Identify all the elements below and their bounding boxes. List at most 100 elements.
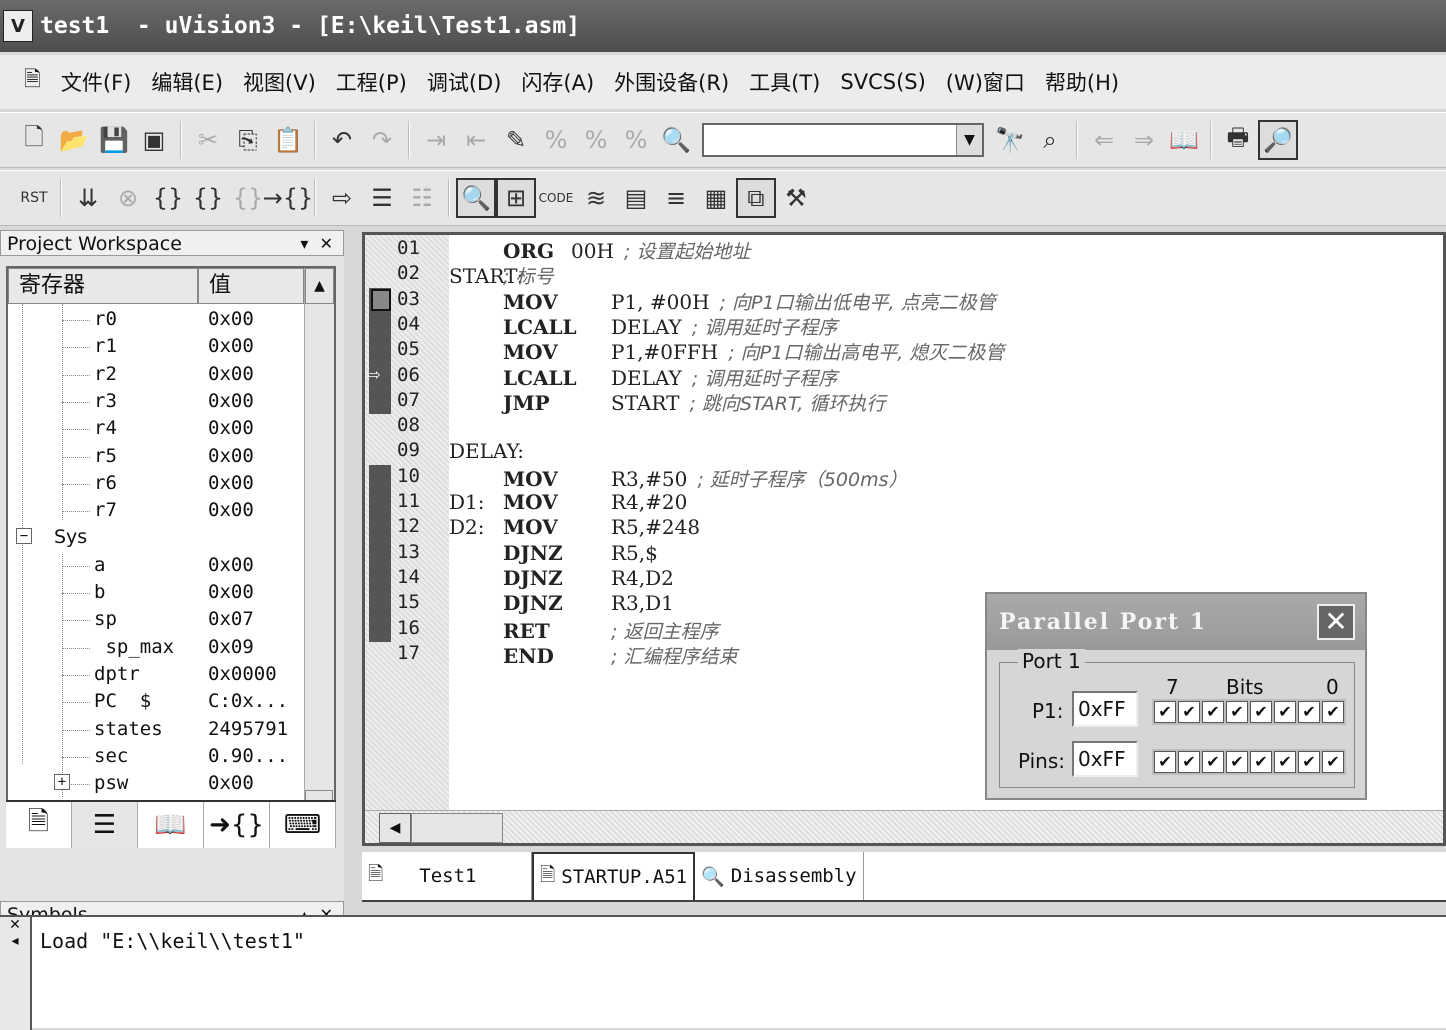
menu-item[interactable]: SVCS(S): [830, 70, 935, 94]
bit-checkbox[interactable]: ✔: [1298, 751, 1320, 773]
expand-icon[interactable]: +: [54, 774, 70, 791]
register-value[interactable]: 0x00: [208, 390, 254, 412]
open-folder-icon[interactable]: 📂: [54, 120, 94, 160]
unindent-icon[interactable]: ⇤: [456, 120, 496, 160]
run-icon[interactable]: ⇊: [68, 178, 108, 218]
menu-item[interactable]: 编辑(E): [141, 67, 233, 97]
vertical-scrollbar[interactable]: ▲ ▼: [304, 268, 334, 824]
forward-icon[interactable]: ⇒: [1124, 120, 1164, 160]
column-header-register[interactable]: 寄存器: [8, 268, 198, 304]
bit-checkbox[interactable]: ✔: [1274, 751, 1296, 773]
register-value[interactable]: 0x00: [208, 554, 254, 576]
indent-icon[interactable]: ⇥: [416, 120, 456, 160]
breakpoint-marker[interactable]: [371, 288, 391, 311]
p1-value-field[interactable]: 0xFF: [1072, 691, 1138, 727]
bookmark-clear-icon[interactable]: %: [616, 120, 656, 160]
scroll-left-icon[interactable]: ◀: [379, 813, 411, 843]
register-value[interactable]: 0.90...: [208, 745, 288, 767]
tab-startup-a51[interactable]: 🗎 STARTUP.A51: [532, 852, 696, 900]
close-icon[interactable]: ✕: [0, 917, 30, 933]
bit-checkbox[interactable]: ✔: [1178, 701, 1200, 723]
code-line[interactable]: MOV R3,#50 ; 延时子程序（500ms）: [449, 465, 907, 492]
step-into-icon[interactable]: {}: [148, 178, 188, 218]
save-icon[interactable]: 💾: [94, 120, 134, 160]
pins-value-field[interactable]: 0xFF: [1072, 741, 1138, 777]
code-line[interactable]: END ; 汇编程序结束: [449, 642, 737, 669]
find-in-files-icon[interactable]: 🔍: [656, 120, 696, 160]
register-value[interactable]: 0x07: [208, 608, 254, 630]
code-line[interactable]: DJNZ R3,D1: [449, 591, 684, 615]
chevron-down-icon[interactable]: ▼: [956, 125, 982, 155]
code-line[interactable]: DJNZ R4,D2: [449, 566, 684, 590]
debug-session-icon[interactable]: 🔎: [1258, 120, 1298, 160]
save-all-icon[interactable]: ▣: [134, 120, 174, 160]
code-line[interactable]: DJNZ R5,$: [449, 541, 668, 565]
trace-icon[interactable]: ☰: [362, 178, 402, 218]
register-value[interactable]: 0x00: [208, 335, 254, 357]
register-value[interactable]: C:0x...: [208, 690, 288, 712]
incremental-find-icon[interactable]: ⌕: [1030, 120, 1070, 160]
files-tab-icon[interactable]: 🗎: [6, 802, 72, 848]
watch-window-icon[interactable]: ⊞: [496, 178, 536, 218]
collapse-icon[interactable]: −: [16, 528, 32, 545]
code-line[interactable]: ORG 00H ; 设置起始地址: [449, 237, 750, 264]
trace-records-icon[interactable]: ☷: [402, 178, 442, 218]
logic-analyzer-icon[interactable]: ▦: [696, 178, 736, 218]
code-line[interactable]: RET ; 返回主程序: [449, 617, 718, 644]
code-line[interactable]: [449, 414, 503, 438]
register-value[interactable]: 0x00: [208, 363, 254, 385]
bookmark-prev-icon[interactable]: %: [536, 120, 576, 160]
code-line[interactable]: D1: MOV R4,#20: [449, 490, 697, 514]
books-tab-icon[interactable]: 📖: [138, 802, 204, 848]
register-value[interactable]: 0x00: [208, 472, 254, 494]
menu-item[interactable]: 工具(T): [739, 67, 830, 97]
editor-gutter[interactable]: 01 02 03 04 05 06 ⇨ 07 08 09 10 11 12 13 14 15 16 17: [365, 235, 449, 810]
code-line[interactable]: MOV P1,#0FFH ; 向P1口输出高电平, 熄灭二极管: [449, 338, 1004, 365]
undo-icon[interactable]: ↶: [322, 120, 362, 160]
bit-checkbox[interactable]: ✔: [1226, 751, 1248, 773]
stop-icon[interactable]: ⊗: [108, 178, 148, 218]
run-to-cursor-icon[interactable]: →{}: [263, 178, 314, 218]
bit-checkbox[interactable]: ✔: [1178, 751, 1200, 773]
reset-icon[interactable]: RST: [14, 178, 54, 218]
toolbox-icon[interactable]: ⚒: [776, 178, 816, 218]
print-icon[interactable]: 🖶: [1218, 120, 1258, 160]
menu-item[interactable]: 视图(V): [233, 67, 326, 97]
tab-disassembly[interactable]: 🔍 Disassembly: [695, 852, 864, 900]
bookmark-toggle-icon[interactable]: ✎: [496, 120, 536, 160]
dock-close-controls[interactable]: ▾ ✕: [300, 231, 333, 257]
horizontal-scrollbar[interactable]: ◀: [365, 810, 1443, 843]
functions-tab-icon[interactable]: ➜{}: [204, 802, 270, 848]
bit-checkbox[interactable]: ✔: [1250, 751, 1272, 773]
paste-icon[interactable]: 📋: [268, 120, 308, 160]
redo-icon[interactable]: ↷: [362, 120, 402, 160]
scroll-up-icon[interactable]: ▲: [305, 268, 334, 304]
find-combo[interactable]: ▼: [702, 123, 984, 157]
bit-checkbox[interactable]: ✔: [1154, 701, 1176, 723]
bit-checkbox[interactable]: ✔: [1202, 751, 1224, 773]
bit-checkbox[interactable]: ✔: [1322, 751, 1344, 773]
register-value[interactable]: 0x0000: [208, 663, 277, 685]
browse-icon[interactable]: 📖: [1164, 120, 1204, 160]
register-value[interactable]: 0x09: [208, 636, 254, 658]
registers-tab-icon[interactable]: ☰: [72, 802, 138, 848]
step-over-icon[interactable]: {}: [188, 178, 228, 218]
menu-item[interactable]: 闪存(A): [511, 67, 604, 97]
menu-item[interactable]: 文件(F): [51, 67, 141, 97]
menu-item[interactable]: 帮助(H): [1035, 67, 1129, 97]
bit-checkbox[interactable]: ✔: [1250, 701, 1272, 723]
menu-item[interactable]: 调试(D): [417, 67, 512, 97]
code-line[interactable]: JMP START ; 跳向START, 循环执行: [449, 389, 885, 416]
register-value[interactable]: 0x00: [208, 499, 254, 521]
code-line[interactable]: DELAY:: [449, 439, 524, 463]
code-line[interactable]: START:; 标号: [449, 262, 553, 289]
cut-icon[interactable]: ✂: [188, 120, 228, 160]
bit-checkbox[interactable]: ✔: [1154, 751, 1176, 773]
bit-checkbox[interactable]: ✔: [1322, 701, 1344, 723]
register-value[interactable]: 0x00: [208, 445, 254, 467]
new-file-icon[interactable]: 🗋: [14, 120, 54, 160]
serial-window-icon[interactable]: ≋: [576, 178, 616, 218]
code-line[interactable]: LCALL DELAY ; 调用延时子程序: [449, 313, 837, 340]
register-value[interactable]: 0x00: [208, 581, 254, 603]
register-value[interactable]: 0x00: [208, 417, 254, 439]
